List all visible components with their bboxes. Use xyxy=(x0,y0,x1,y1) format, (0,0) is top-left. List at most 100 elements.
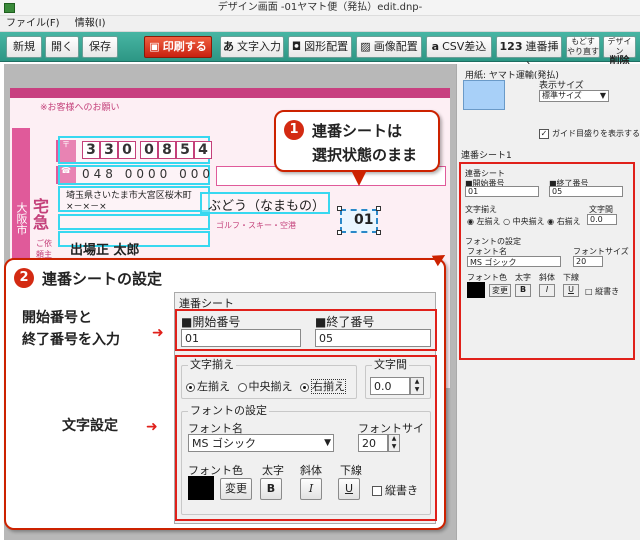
sender-label: ご依頼主 xyxy=(36,239,52,259)
mini-underline-button[interactable]: U xyxy=(563,284,579,297)
print-button[interactable]: ▣ 印刷する xyxy=(144,36,212,58)
resize-handle[interactable] xyxy=(337,230,342,235)
align-left-label: 左揃え xyxy=(197,380,230,393)
resize-handle[interactable] xyxy=(337,206,342,211)
address-line-2: ×－×－× xyxy=(66,202,107,212)
zip-digit: 0 xyxy=(140,141,158,159)
new-button[interactable]: 新規 xyxy=(6,36,42,58)
arrow-right-icon: ➜ xyxy=(146,419,158,435)
vertical-writing-checkbox[interactable]: 縦書き xyxy=(372,482,418,498)
menu-info[interactable]: 情報(I) xyxy=(69,16,112,32)
align-radio-group[interactable]: 左揃え 中央揃え 右揃え xyxy=(186,378,346,394)
vertical-writing-label: 縦書き xyxy=(385,484,418,497)
window-title: デザイン画面 -01ヤマト便（発払）edit.dnp- xyxy=(217,2,423,13)
properties-pane: 用紙: ヤマト運輸(発払) 表示サイズ 標準サイズ ▼ ✓ ガイド目盛りを表示する … xyxy=(456,64,640,540)
resize-handle[interactable] xyxy=(376,206,381,211)
label-numbers-line1: 開始番号と xyxy=(22,310,92,326)
bold-button[interactable]: B xyxy=(260,478,282,500)
guide-checkbox[interactable]: ✓ ガイド目盛りを表示する xyxy=(539,128,640,139)
undo-redo-button[interactable]: もどす やり直す xyxy=(566,36,600,58)
print-label: 印刷する xyxy=(162,40,207,53)
guide-label: ガイド目盛りを表示する xyxy=(552,129,640,138)
chevron-down-icon: ▼ xyxy=(324,438,331,448)
callout-2-title: 連番シートの設定 xyxy=(42,270,163,288)
arrow-right-icon: ➜ xyxy=(152,325,164,341)
zip-digit: 0 xyxy=(118,141,136,159)
font-group: フォントの設定 フォント名 フォントサイズ MS ゴシック ▼ 20 ▲▼ フォ… xyxy=(181,405,431,515)
serial-button[interactable]: 123連番挿入 xyxy=(496,36,562,73)
radio-icon xyxy=(237,382,247,392)
start-number-label: ■開始番号 xyxy=(181,315,241,329)
zip-digit: 8 xyxy=(158,141,176,159)
callout-1-pointer xyxy=(352,172,366,186)
mini-font-size-input[interactable]: 20 xyxy=(573,256,603,267)
start-number-input[interactable]: 01 xyxy=(181,329,301,347)
end-number-label: ■終了番号 xyxy=(315,315,375,329)
zip-digit: 5 xyxy=(176,141,194,159)
text-icon: あ xyxy=(223,40,234,53)
csv-icon: a xyxy=(431,40,440,53)
text-input-button[interactable]: あ文字入力 xyxy=(220,36,284,58)
building-guide-box[interactable] xyxy=(58,214,210,230)
display-size-select[interactable]: 標準サイズ ▼ xyxy=(539,90,609,102)
image-label: 画像配置 xyxy=(373,40,418,53)
paper-preview xyxy=(463,80,505,110)
slip-logo-text: 宅急 xyxy=(30,198,49,230)
sender-name: 出場正 太郎 xyxy=(70,243,140,258)
callout-1: 1 連番シートは 選択状態のまま xyxy=(274,110,440,172)
italic-button[interactable]: I xyxy=(300,478,322,500)
csv-label: CSV差込 xyxy=(442,40,487,53)
slip-top-band xyxy=(10,88,450,98)
design-delete-button[interactable]: デザイン 削除 xyxy=(603,36,636,67)
underline-button[interactable]: U xyxy=(338,478,360,500)
callout-1-line2: 選択状態のまま xyxy=(312,146,418,164)
shape-button[interactable]: ◘ 図形配置 xyxy=(288,36,352,58)
underline-label: 下線 xyxy=(340,464,362,477)
align-right-label: 右揃え xyxy=(311,379,346,394)
serial-icon: 123 xyxy=(499,40,523,53)
callout-2-badge: 2 xyxy=(14,268,34,288)
font-size-input[interactable]: 20 xyxy=(358,434,388,452)
zip-digit: 3 xyxy=(100,141,118,159)
spacing-stepper[interactable]: ▲ ▼ xyxy=(410,377,424,395)
mini-font-select[interactable]: MS ゴシック xyxy=(467,256,561,267)
mini-change-button[interactable]: 変更 xyxy=(489,284,511,297)
mini-end-input[interactable]: 05 xyxy=(549,186,623,197)
label-numbers-line2: 終了番号を入力 xyxy=(22,332,120,348)
redo-label: やり直す xyxy=(567,47,599,56)
title-bar: デザイン画面 -01ヤマト便（発払）edit.dnp- xyxy=(0,0,640,16)
callout-2: 2 連番シートの設定 開始番号と 終了番号を入力 ➜ 文字設定 ➜ 連番シート … xyxy=(4,258,446,530)
resize-handle[interactable] xyxy=(376,230,381,235)
text-input-label: 文字入力 xyxy=(237,40,281,53)
label-text-settings: 文字設定 xyxy=(62,418,118,434)
mini-vertical-checkbox[interactable]: □ 縦書き xyxy=(585,286,619,297)
end-number-input[interactable]: 05 xyxy=(315,329,431,347)
bold-label: 太字 xyxy=(262,464,284,477)
mini-start-input[interactable]: 01 xyxy=(465,186,539,197)
mini-italic-button[interactable]: I xyxy=(539,284,555,297)
font-color-swatch xyxy=(188,476,214,500)
toolbar: 新規 開く 保存 ▣ 印刷する あ文字入力 ◘ 図形配置 ▨ 画像配置 a CSV差込 … xyxy=(0,32,640,73)
menu-file[interactable]: ファイル(F) xyxy=(0,16,66,32)
mini-color-swatch xyxy=(467,282,485,298)
csv-button[interactable]: a CSV差込 xyxy=(426,36,492,58)
printer-icon: ▣ xyxy=(149,40,160,53)
undo-label: もどす xyxy=(571,37,595,46)
spacing-input[interactable]: 0.0 xyxy=(370,377,410,395)
save-button[interactable]: 保存 xyxy=(82,36,118,58)
sheet-tab-label: 連番シート1 xyxy=(461,151,512,161)
design-label: デザイン xyxy=(607,37,632,56)
mini-bold-button[interactable]: B xyxy=(515,284,531,297)
font-size-stepper[interactable]: ▲ ▼ xyxy=(388,434,400,452)
mini-spacing-input[interactable]: 0.0 xyxy=(587,214,617,225)
shape-icon: ◘ xyxy=(291,40,302,53)
change-color-button[interactable]: 変更 xyxy=(220,478,252,500)
phone-number: 048 0000 000 xyxy=(82,167,215,181)
mini-align-radios[interactable]: ◉ 左揃え ○ 中央揃え ◉ 右揃え xyxy=(467,216,581,227)
image-button[interactable]: ▨ 画像配置 xyxy=(356,36,422,58)
goods-text: ぶどう（なまもの） xyxy=(208,199,326,214)
align-group-label: 文字揃え xyxy=(188,358,236,371)
open-button[interactable]: 開く xyxy=(45,36,79,58)
font-name-select[interactable]: MS ゴシック ▼ xyxy=(188,434,334,452)
font-group-label: フォントの設定 xyxy=(188,404,269,417)
